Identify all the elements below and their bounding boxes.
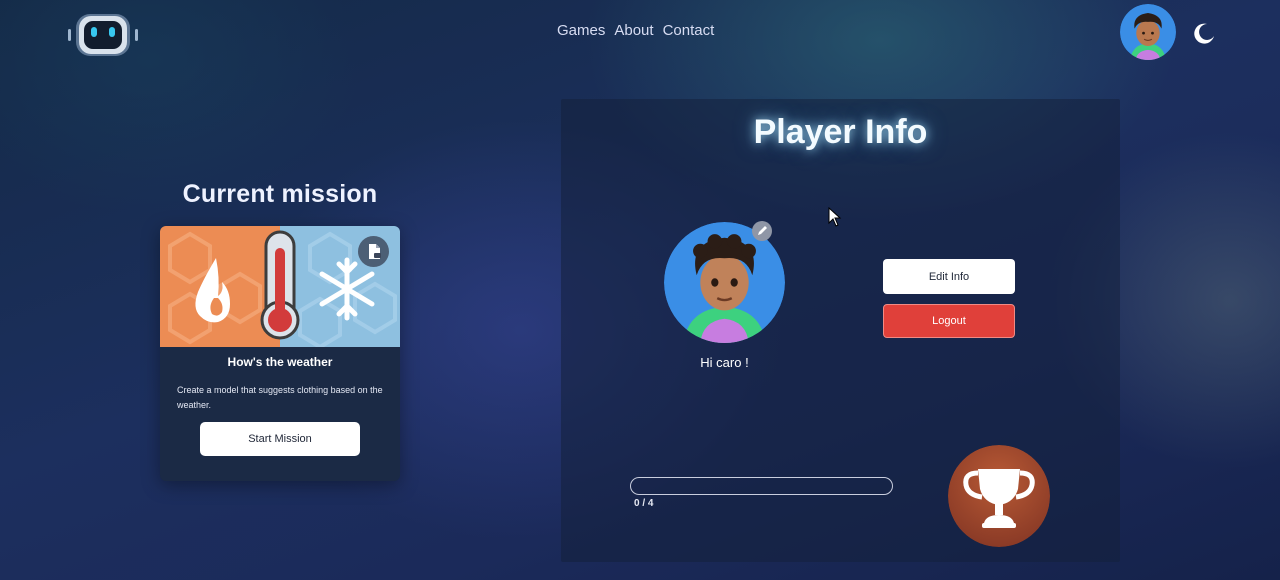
edit-info-button[interactable]: Edit Info xyxy=(883,259,1015,294)
pencil-icon[interactable] xyxy=(752,221,772,241)
progress-bar xyxy=(630,477,893,495)
main-nav: Games About Contact xyxy=(557,22,714,39)
start-mission-button[interactable]: Start Mission xyxy=(200,422,360,456)
mission-title: How's the weather xyxy=(227,355,333,369)
robot-logo-icon[interactable] xyxy=(68,12,138,58)
mission-card: How's the weather Create a model that su… xyxy=(160,226,400,481)
user-avatar[interactable] xyxy=(1120,4,1176,60)
mission-description: Create a model that suggests clothing ba… xyxy=(177,385,383,410)
nav-link-contact[interactable]: Contact xyxy=(663,22,715,39)
player-info-heading: Player Info xyxy=(753,113,928,151)
player-greeting: Hi caro ! xyxy=(700,355,749,370)
player-info-panel: Player Info Hi caro ! Edit Info Logout 0… xyxy=(561,99,1120,562)
mouse-cursor-icon xyxy=(828,206,842,227)
progress-text: 0 / 4 xyxy=(634,498,654,509)
nav-link-about[interactable]: About xyxy=(614,22,653,39)
moon-icon[interactable] xyxy=(1192,21,1216,45)
trophy-icon[interactable] xyxy=(948,445,1050,547)
document-icon[interactable] xyxy=(358,236,389,267)
nav-link-games[interactable]: Games xyxy=(557,22,605,39)
logout-button[interactable]: Logout xyxy=(883,304,1015,338)
mission-heading: Current mission xyxy=(182,180,378,208)
